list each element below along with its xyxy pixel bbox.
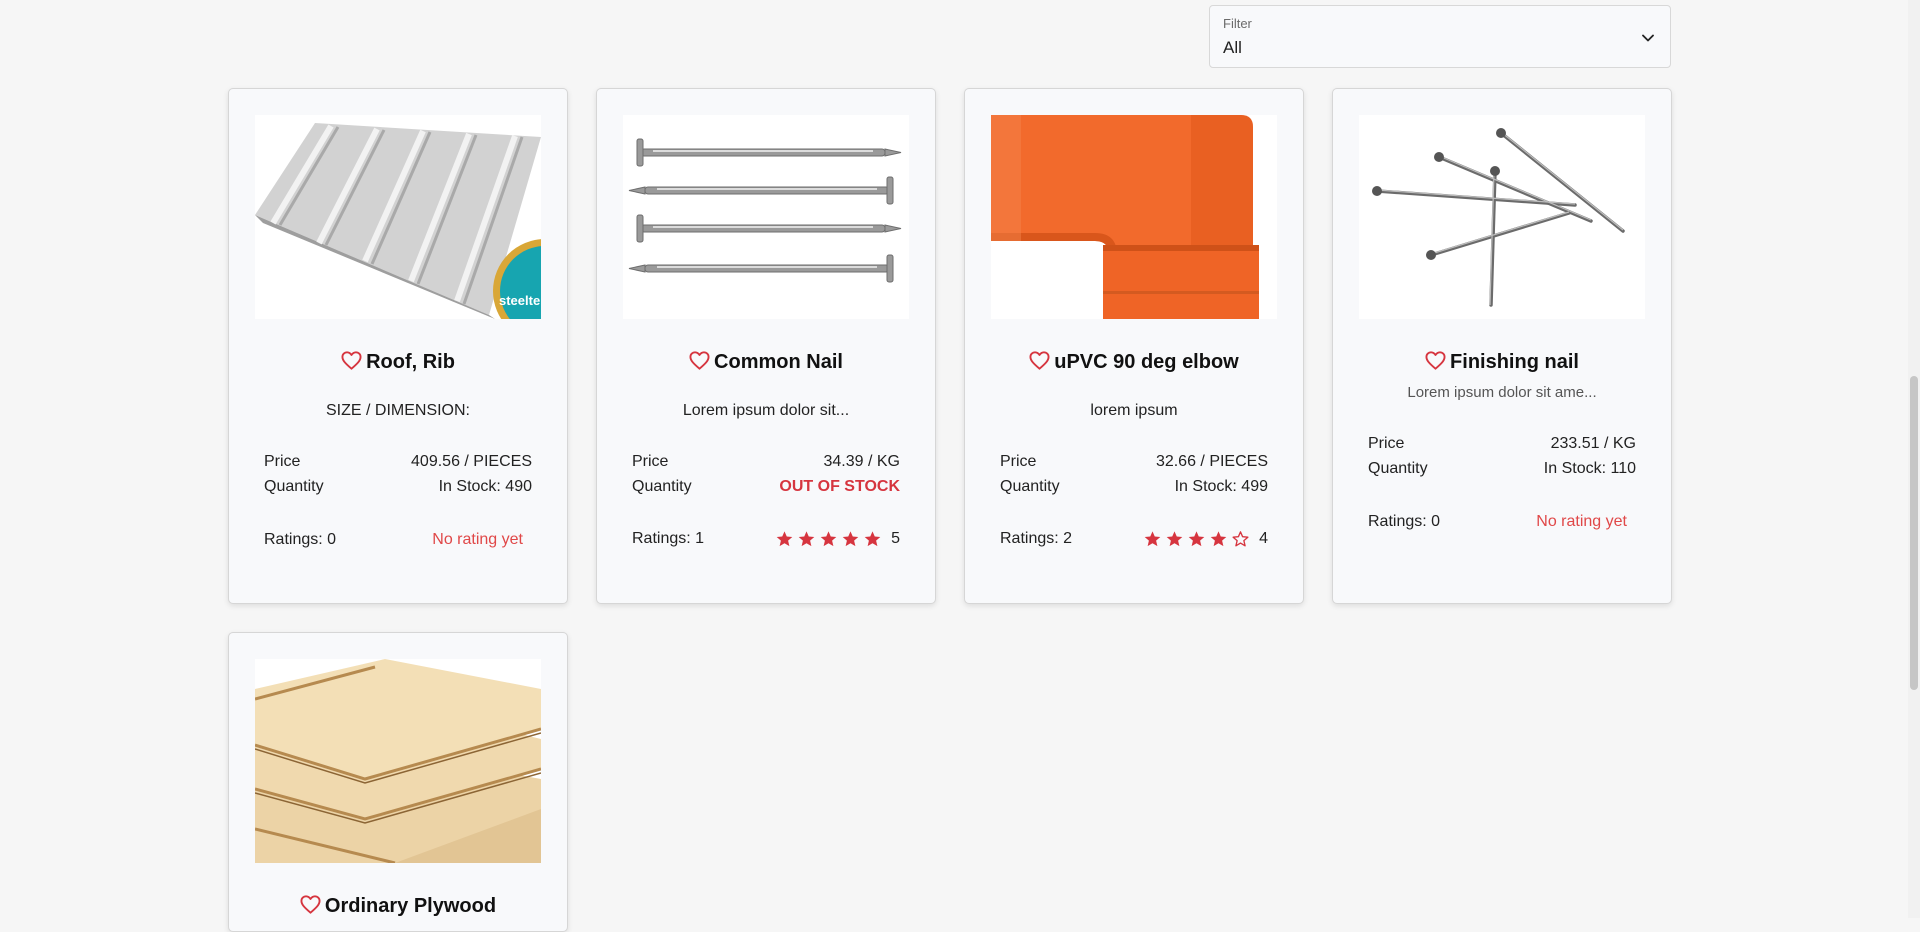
quantity-value: In Stock: 110 (1543, 460, 1636, 477)
product-image: steelte (255, 115, 541, 319)
product-title: Finishing nail (1333, 351, 1671, 374)
product-title: Roof, Rib (229, 351, 567, 374)
product-card-upvc-elbow[interactable]: uPVC 90 deg elbow lorem ipsum Price 32.6… (964, 88, 1304, 604)
plywood-sheets-image (255, 659, 541, 863)
quantity-row: Quantity OUT OF STOCK (632, 478, 900, 496)
quantity-row: Quantity In Stock: 499 (1000, 478, 1268, 496)
heart-icon[interactable] (689, 351, 710, 370)
finishing-nails-image (1372, 128, 1625, 307)
product-description: SIZE / DIMENSION: (325, 402, 470, 419)
quantity-value: In Stock: 499 (1174, 478, 1268, 495)
filter-select[interactable]: Filter All (1209, 5, 1671, 68)
price-label: Price (1368, 435, 1405, 452)
star-full-icon (775, 530, 794, 548)
no-rating-text: No rating yet (432, 531, 523, 548)
out-of-stock-badge: OUT OF STOCK (779, 478, 900, 495)
star-full-icon (841, 530, 860, 548)
star-full-icon (797, 530, 816, 548)
product-image (623, 115, 909, 319)
product-image (991, 115, 1277, 319)
quantity-label: Quantity (1000, 478, 1060, 495)
product-card-common-nail[interactable]: Common Nail Lorem ipsum dolor sit... Pri… (596, 88, 936, 604)
star-rating: 5 (775, 530, 900, 548)
quantity-value: In Stock: 490 (438, 478, 532, 495)
ratings-row: Ratings: 0 No rating yet (264, 531, 523, 549)
ratings-row: Ratings: 2 4 (1000, 530, 1268, 548)
star-full-icon (1143, 530, 1162, 548)
product-description: lorem ipsum (1090, 402, 1178, 419)
price-value: 34.39 / KG (823, 453, 901, 470)
quantity-row: Quantity In Stock: 110 (1368, 460, 1636, 478)
product-description: Lorem ipsum dolor sit ame... (1407, 384, 1597, 401)
star-full-icon (819, 530, 838, 548)
price-row: Price 34.39 / KG (632, 453, 900, 471)
ratings-count: Ratings: 2 (1000, 530, 1073, 547)
price-row: Price 233.51 / KG (1368, 435, 1636, 453)
common-nails-image (628, 138, 902, 283)
scrollbar-thumb[interactable] (1910, 376, 1918, 690)
brand-logo-text: steelte (499, 293, 541, 308)
star-full-icon (1187, 530, 1206, 548)
scrollbar-track[interactable] (1908, 0, 1920, 918)
price-label: Price (632, 453, 669, 470)
orange-pipe-elbow-image (991, 115, 1259, 319)
price-value: 409.56 / PIECES (411, 453, 532, 470)
quantity-label: Quantity (264, 478, 324, 495)
price-label: Price (264, 453, 301, 470)
star-full-icon (1209, 530, 1228, 548)
heart-icon[interactable] (300, 895, 321, 914)
chevron-down-icon (1642, 34, 1654, 42)
ratings-count: Ratings: 1 (632, 530, 705, 547)
no-rating-text: No rating yet (1536, 513, 1627, 530)
price-value: 32.66 / PIECES (1155, 453, 1268, 470)
product-card-finishing-nail[interactable]: Finishing nail Lorem ipsum dolor sit ame… (1332, 88, 1672, 604)
corrugated-roof-sheet-image (255, 123, 541, 319)
product-card-ordinary-plywood[interactable]: Ordinary Plywood (228, 632, 568, 932)
product-image (255, 659, 541, 863)
star-rating: 4 (1143, 530, 1268, 548)
filter-value: All (1223, 38, 1242, 57)
quantity-label: Quantity (632, 478, 692, 495)
price-row: Price 32.66 / PIECES (1000, 453, 1268, 471)
product-description: Lorem ipsum dolor sit... (682, 402, 850, 419)
star-full-icon (863, 530, 882, 548)
heart-icon[interactable] (1425, 351, 1446, 370)
price-label: Price (1000, 453, 1037, 470)
price-row: Price 409.56 / PIECES (264, 453, 532, 471)
ratings-count: Ratings: 0 (1368, 513, 1441, 530)
quantity-row: Quantity In Stock: 490 (264, 478, 532, 496)
product-title: uPVC 90 deg elbow (965, 351, 1303, 374)
star-empty-icon (1231, 530, 1250, 548)
heart-icon[interactable] (341, 351, 362, 370)
filter-label: Filter (1223, 16, 1252, 31)
product-title: Ordinary Plywood (229, 895, 567, 918)
ratings-row: Ratings: 0 No rating yet (1368, 513, 1627, 531)
product-card-roof-rib[interactable]: steelte Roof, Rib SIZE / DIMENSION: Pric… (228, 88, 568, 604)
star-full-icon (1165, 530, 1184, 548)
price-value: 233.51 / KG (1550, 435, 1636, 452)
quantity-label: Quantity (1368, 460, 1428, 477)
ratings-count: Ratings: 0 (264, 531, 337, 548)
product-title: Common Nail (597, 351, 935, 374)
product-image (1359, 115, 1645, 319)
heart-icon[interactable] (1029, 351, 1050, 370)
ratings-row: Ratings: 1 5 (632, 530, 900, 548)
rating-value: 4 (1259, 530, 1268, 547)
rating-value: 5 (891, 530, 900, 547)
